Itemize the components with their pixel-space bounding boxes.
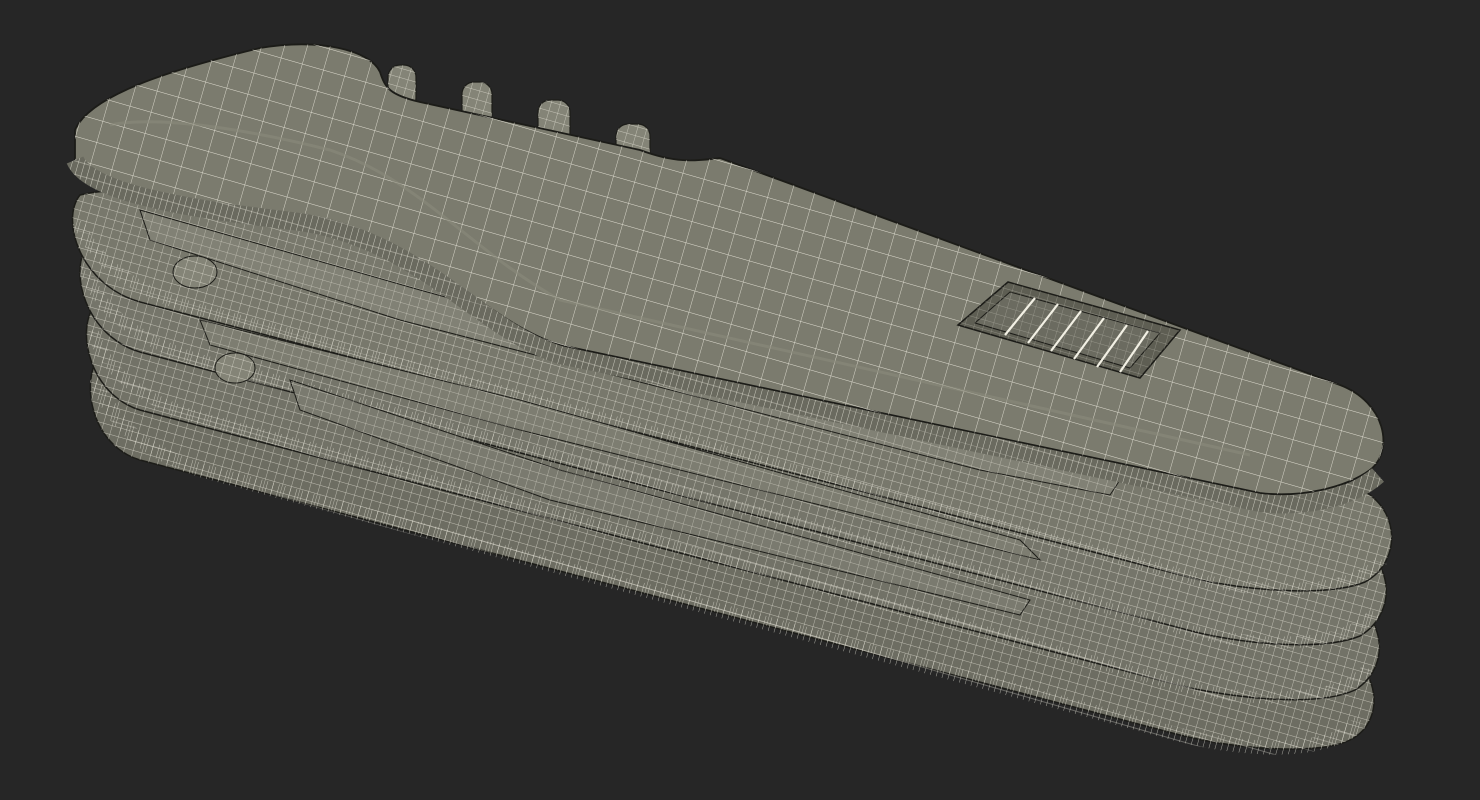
- scene-svg: [66, 43, 1393, 755]
- viewport: [0, 0, 1480, 800]
